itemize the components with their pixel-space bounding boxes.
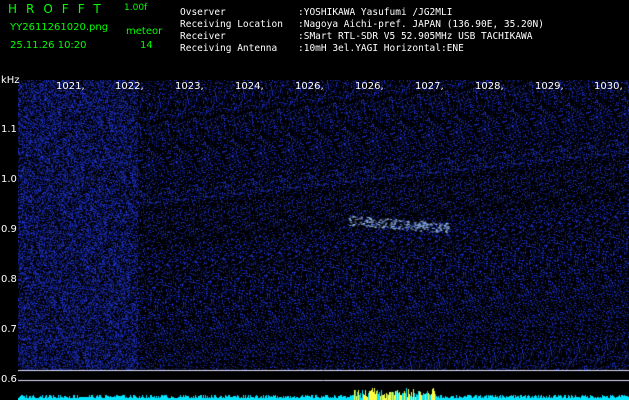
freq-label: 1028, bbox=[475, 81, 504, 92]
freq-label: 1022, bbox=[115, 81, 144, 92]
freq-label: 1030, bbox=[594, 81, 623, 92]
info-label-antenna: Receiving Antenna bbox=[180, 43, 278, 54]
freq-label: 1026, bbox=[355, 81, 384, 92]
info-value-location: :Nagoya Aichi-pref. JAPAN (136.90E, 35.2… bbox=[298, 19, 544, 30]
info-value-receiver: :SMart RTL-SDR V5 52.905MHz USB TACHIKAW… bbox=[298, 31, 533, 42]
freq-label: 1023, bbox=[175, 81, 204, 92]
spectrogram-canvas bbox=[18, 80, 629, 400]
y-label: 0.7 bbox=[1, 324, 17, 335]
y-label: 0.8 bbox=[1, 274, 17, 285]
freq-label: 1021, bbox=[56, 81, 85, 92]
app-version: 1.00f bbox=[124, 3, 148, 13]
freq-label: 1029, bbox=[535, 81, 564, 92]
info-value-antenna: :10mH 3el.YAGI Horizontal:ENE bbox=[298, 43, 464, 54]
info-value-observer: :YOSHIKAWA Yasufumi /JG2MLI bbox=[298, 7, 453, 18]
file-name: YY2611261020.png bbox=[10, 22, 109, 33]
info-label-location: Receiving Location bbox=[180, 19, 283, 30]
info-label-observer: Ovserver bbox=[180, 7, 226, 18]
app-title: HROFFT bbox=[8, 2, 110, 16]
axis-unit: kHz bbox=[1, 75, 20, 86]
freq-label: 1027, bbox=[415, 81, 444, 92]
hrofft-screen: HROFFT 1.00f YY2611261020.png meteor 25.… bbox=[0, 0, 629, 400]
y-label: 0.6 bbox=[1, 374, 17, 385]
y-label: 0.9 bbox=[1, 224, 17, 235]
freq-label: 1024, bbox=[235, 81, 264, 92]
capture-datetime: 25.11.26 10:20 bbox=[10, 40, 87, 51]
freq-label: 1026, bbox=[295, 81, 324, 92]
meteor-label: meteor bbox=[126, 26, 163, 37]
info-label-receiver: Receiver bbox=[180, 31, 226, 42]
y-label: 1.1 bbox=[1, 124, 17, 135]
y-label: 1.0 bbox=[1, 174, 17, 185]
meteor-count: 14 bbox=[140, 40, 153, 51]
